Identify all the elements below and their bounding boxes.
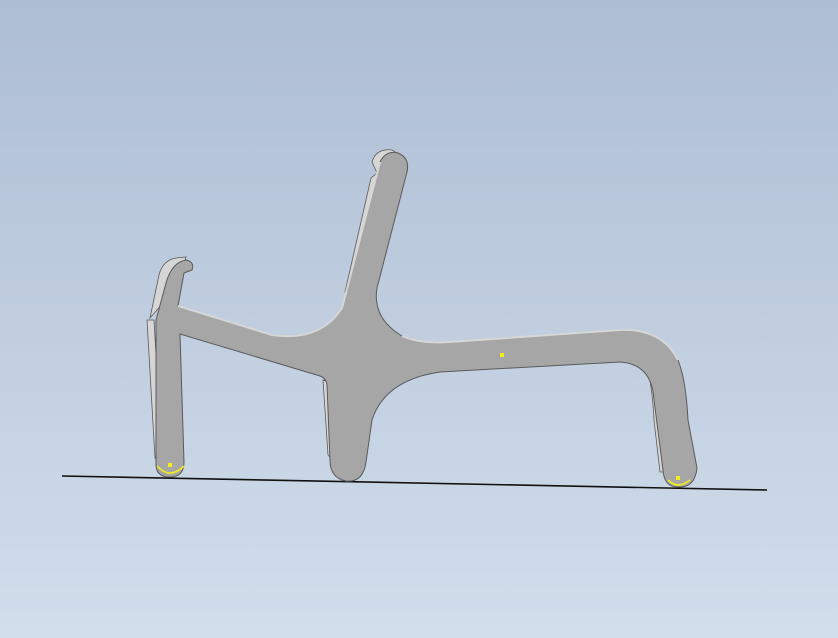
model-scene[interactable] xyxy=(0,0,838,638)
cad-graphics-viewport[interactable] xyxy=(0,0,838,638)
contact-marker-center[interactable] xyxy=(500,353,504,357)
viewport-background xyxy=(0,0,838,638)
